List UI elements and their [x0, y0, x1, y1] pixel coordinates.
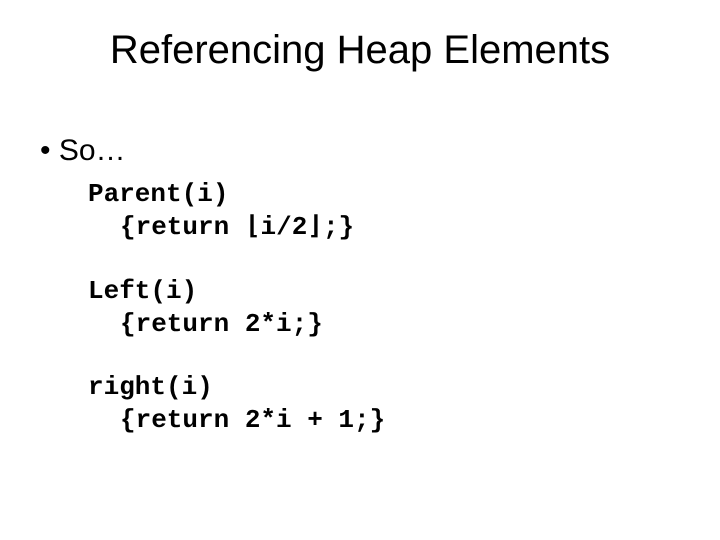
code-text: {return [120, 212, 245, 242]
code-expr: i/2 [260, 212, 307, 242]
floor-close: ⌋ [307, 212, 323, 242]
code-left: Left(i) {return 2*i;} [88, 275, 680, 342]
code-right-return: {return 2*i + 1;} [120, 404, 680, 437]
slide: Referencing Heap Elements So… Parent(i) … [0, 0, 720, 540]
code-block: Parent(i) {return ⌊i/2⌋;} Left(i) {retur… [88, 178, 680, 438]
code-right: right(i) {return 2*i + 1;} [88, 371, 680, 438]
code-text: ;} [323, 212, 354, 242]
slide-title: Referencing Heap Elements [0, 28, 720, 73]
slide-body: So… Parent(i) {return ⌊i/2⌋;} Left(i) {r… [40, 134, 680, 468]
floor-open: ⌊ [245, 212, 261, 242]
code-parent: Parent(i) {return ⌊i/2⌋;} [88, 178, 680, 245]
code-left-sig: Left(i) [88, 275, 680, 308]
code-right-sig: right(i) [88, 371, 680, 404]
code-parent-return: {return ⌊i/2⌋;} [120, 211, 680, 244]
code-left-return: {return 2*i;} [120, 308, 680, 341]
code-parent-sig: Parent(i) [88, 178, 680, 211]
bullet-so: So… [40, 134, 680, 168]
